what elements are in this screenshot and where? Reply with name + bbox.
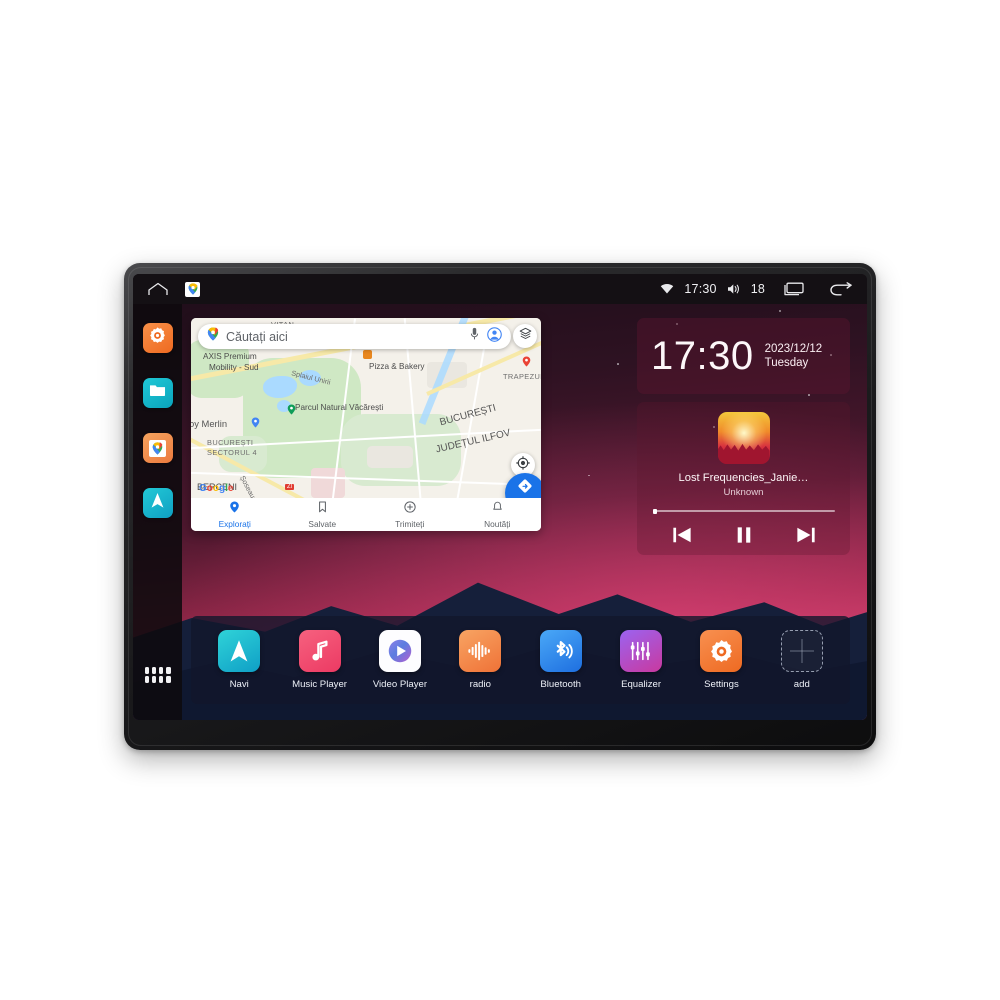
dock-label: Bluetooth [540,679,581,690]
map-label: oy Merlin [191,418,228,429]
maps-pin-icon [207,327,219,346]
map-poi-restaurant-icon [363,350,372,359]
music-progress-bar[interactable] [652,508,835,514]
map-search-placeholder[interactable]: Căutați aici [226,330,462,344]
clock-date: 2023/12/12 [764,343,823,355]
google-maps-icon[interactable] [185,281,200,297]
map-tab-explore[interactable]: Explorați [191,500,279,529]
dock-item-equalizer[interactable]: Equalizer [607,630,675,690]
google-attribution: Google [199,483,234,494]
dock-item-music-player[interactable]: Music Player [286,630,354,690]
equalizer-icon [620,630,663,672]
map-label: AXIS Premium [203,352,257,361]
dock-item-settings[interactable]: Settings [687,630,755,690]
previous-track-icon[interactable] [671,525,693,550]
map-tab-label: Trimiteți [395,519,425,529]
music-artist: Unknown [723,487,764,498]
home-icon[interactable] [147,282,169,296]
album-art [717,412,770,464]
music-note-icon [298,630,341,672]
map-label: SECTORUL 4 [207,448,257,457]
map-poi-park-icon [287,402,296,420]
bluetooth-icon [539,630,582,672]
map-tab-contribute[interactable]: Trimiteți [366,500,454,529]
dock-item-radio[interactable]: radio [446,630,514,690]
app-dock: Navi Music Player Video Player radio Blu… [191,616,850,704]
map-tab-label: Explorați [218,519,251,529]
bell-icon [492,500,503,518]
clock-day: Tuesday [764,357,809,369]
rail-item-maps[interactable] [142,433,173,463]
dock-item-bluetooth[interactable]: Bluetooth [527,630,595,690]
pause-icon[interactable] [735,525,753,550]
dock-label: Navi [229,679,249,690]
bookmark-icon [317,500,328,518]
dock-item-navi[interactable]: Navi [205,630,273,690]
account-icon[interactable] [487,326,502,347]
navigation-diamond-icon [517,478,533,499]
dock-label: Music Player [292,679,348,690]
dock-label: Settings [704,679,739,690]
map-label: Parcul Natural Văcărești [295,403,384,412]
map-layers-button[interactable] [513,324,537,348]
rail-item-files[interactable] [142,378,173,408]
dock-item-video-player[interactable]: Video Player [366,630,434,690]
dock-label: add [793,679,810,690]
map-tab-updates[interactable]: Noutăți [454,500,542,529]
map-search-bar[interactable]: Căutați aici [198,324,511,349]
music-player-widget[interactable]: Lost Frequencies_Janie… Unknown [637,402,850,555]
clock-time: 17:30 [651,334,754,378]
map-tab-saved[interactable]: Salvate [279,500,367,529]
map-tab-label: Salvate [308,519,337,529]
volume-level: 18 [750,282,765,296]
app-drawer-icon[interactable] [144,667,171,683]
microphone-icon[interactable] [469,327,480,346]
dock-item-add[interactable]: add [768,630,836,690]
map-tab-label: Noutăți [484,519,511,529]
dock-label: Equalizer [621,679,662,690]
navigation-arrow-icon [148,491,167,515]
back-arrow-icon[interactable] [829,282,853,296]
map-label: TRAPEZULU [503,372,541,381]
speaker-icon [727,283,741,295]
status-bar: 17:30 18 [133,274,867,304]
gear-icon [700,630,743,672]
plus-circle-icon [404,500,416,518]
map-poi-store-icon [251,415,260,428]
rail-item-navi[interactable] [142,488,173,518]
dock-label: radio [469,679,491,690]
map-label: BUCUREȘTI [438,402,498,429]
my-location-icon [516,455,530,475]
map-label: Mobility - Sud [209,363,259,372]
left-app-rail [133,304,182,720]
map-road-shield: Zl [285,484,294,490]
map-label: Pizza & Bakery [369,362,425,371]
google-maps-widget[interactable]: VITAN AXIS Premium Mobility - Sud Pizza … [191,318,541,531]
video-play-icon [378,630,421,672]
next-track-icon[interactable] [795,525,817,550]
recent-apps-icon[interactable] [783,282,805,296]
google-maps-icon [149,439,166,457]
wifi-icon [660,283,674,295]
map-bottom-nav: Explorați Salvate Trimiteți Noutăți [191,498,541,531]
car-head-unit-device: 17:30 18 AXIS Premium Mobility - Sud Piz… [124,263,876,750]
map-label: BUCUREȘTI [207,438,254,447]
folder-icon [148,381,167,405]
rail-item-settings[interactable] [142,323,173,353]
music-track-title: Lost Frequencies_Janie… [678,472,809,484]
dock-label: Video Player [372,679,428,690]
clock-widget[interactable]: 17:30 2023/12/12 Tuesday [637,318,850,394]
status-time: 17:30 [684,282,717,296]
layers-icon [519,327,532,345]
map-poi-marker-icon [522,354,531,372]
radio-waveform-icon [459,630,502,672]
add-placeholder-icon [780,630,823,672]
gear-icon [148,326,167,350]
navigation-arrow-icon [218,630,261,672]
pin-icon [229,500,240,518]
screen: 17:30 18 AXIS Premium Mobility - Sud Piz… [133,274,867,720]
